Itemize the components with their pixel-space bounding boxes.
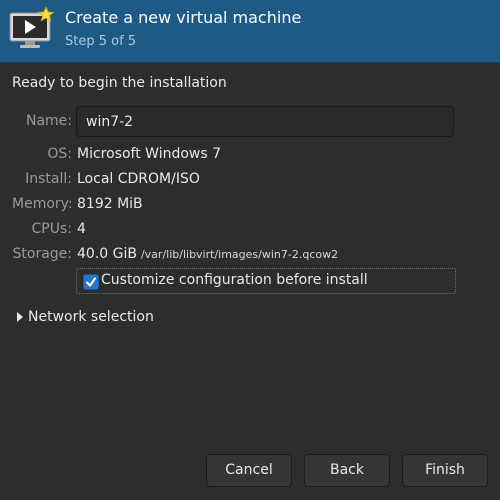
storage-size: 40.0 GiB <box>77 246 137 262</box>
storage-value-row: 40.0 GiB/var/lib/libvirt/images/win7-2.q… <box>77 246 338 262</box>
cancel-button[interactable]: Cancel <box>206 454 292 487</box>
memory-value: 8192 MiB <box>77 196 143 212</box>
vm-name-input[interactable] <box>76 106 454 137</box>
wizard-title: Create a new virtual machine <box>65 8 302 27</box>
cpus-label: CPUs: <box>31 221 72 237</box>
network-selection-label[interactable]: Network selection <box>28 309 154 325</box>
customize-config-checkbox-row[interactable]: Customize configuration before install <box>76 268 456 294</box>
customize-checkbox-label[interactable]: Customize configuration before install <box>101 272 368 288</box>
checkmark-icon <box>86 277 96 287</box>
name-label: Name: <box>25 113 72 129</box>
storage-path: /var/lib/libvirt/images/win7-2.qcow2 <box>140 248 339 261</box>
install-value: Local CDROM/ISO <box>77 171 200 187</box>
new-vm-wizard-window: Create a new virtual machine Step 5 of 5… <box>0 0 500 500</box>
wizard-header: Create a new virtual machine Step 5 of 5 <box>0 0 500 63</box>
ready-heading: Ready to begin the installation <box>12 75 227 91</box>
expander-arrow-right-icon[interactable] <box>17 312 23 322</box>
finish-button[interactable]: Finish <box>402 454 488 487</box>
install-label: Install: <box>25 171 72 187</box>
memory-label: Memory: <box>12 196 73 212</box>
vm-monitor-icon <box>8 6 56 51</box>
back-button[interactable]: Back <box>304 454 390 487</box>
storage-label: Storage: <box>12 246 73 262</box>
wizard-step-indicator: Step 5 of 5 <box>65 34 137 49</box>
cpus-value: 4 <box>77 221 86 237</box>
os-value: Microsoft Windows 7 <box>77 146 222 162</box>
customize-checkbox[interactable] <box>83 274 99 290</box>
os-label: OS: <box>47 146 72 162</box>
